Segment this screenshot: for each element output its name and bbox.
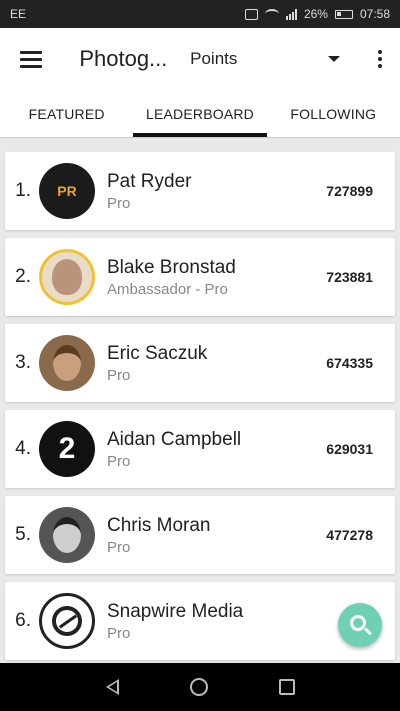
signal-icon xyxy=(285,8,297,20)
wifi-icon xyxy=(264,9,279,19)
user-name: Aidan Campbell xyxy=(107,428,242,450)
avatar xyxy=(39,593,95,649)
user-name: Pat Ryder xyxy=(107,170,192,192)
list-item[interactable]: 2. Blake Bronstad Ambassador - Pro 72388… xyxy=(5,238,395,316)
search-icon xyxy=(350,615,366,631)
rank-label: 3. xyxy=(15,352,31,373)
tab-featured[interactable]: FEATURED xyxy=(0,90,133,137)
user-role: Pro xyxy=(107,366,131,384)
avatar: PR xyxy=(39,163,95,219)
app-bar: Photog... Points xyxy=(0,28,400,90)
more-vert-icon[interactable] xyxy=(360,39,400,79)
list-item[interactable]: 1. PR Pat Ryder Pro 727899 xyxy=(5,152,395,230)
user-name: Snapwire Media xyxy=(107,600,244,622)
tab-following[interactable]: FOLLOWING xyxy=(267,90,400,137)
sort-dropdown[interactable]: Points xyxy=(190,39,348,79)
score: 629031 xyxy=(326,441,373,457)
tab-leaderboard[interactable]: LEADERBOARD xyxy=(133,90,267,137)
list-item[interactable]: 5. Chris Moran Pro 477278 xyxy=(5,496,395,574)
tab-bar: FEATURED LEADERBOARD FOLLOWING xyxy=(0,90,400,138)
score: 727899 xyxy=(326,183,373,199)
avatar-initials: PR xyxy=(57,183,77,199)
status-icons: 26% 07:58 xyxy=(244,7,390,21)
menu-icon[interactable] xyxy=(0,28,61,90)
avatar: 2 xyxy=(39,421,95,477)
back-icon[interactable] xyxy=(105,679,119,695)
avatar xyxy=(39,249,95,305)
score: 674335 xyxy=(326,355,373,371)
list-item[interactable]: 4. 2 Aidan Campbell Pro 629031 xyxy=(5,410,395,488)
rank-label: 1. xyxy=(15,180,31,201)
home-icon[interactable] xyxy=(189,678,208,696)
user-role: Pro xyxy=(107,194,131,212)
score: 477278 xyxy=(326,527,373,543)
user-name: Eric Saczuk xyxy=(107,342,208,364)
search-fab-button[interactable] xyxy=(338,603,382,647)
recent-apps-icon[interactable] xyxy=(278,679,295,695)
snapwire-logo-icon xyxy=(52,606,82,636)
list-item[interactable]: 6. Snapwire Media Pro 46 xyxy=(5,582,395,660)
chevron-down-icon xyxy=(328,56,341,62)
avatar xyxy=(39,335,95,391)
user-role: Pro xyxy=(107,538,131,556)
user-role: Ambassador - Pro xyxy=(107,280,228,298)
rank-label: 4. xyxy=(15,438,31,459)
score: 723881 xyxy=(326,269,373,285)
rank-label: 6. xyxy=(15,610,31,631)
user-name: Blake Bronstad xyxy=(107,256,236,278)
battery-icon xyxy=(334,9,353,19)
page-title: Photog... xyxy=(79,46,168,71)
system-nav-bar xyxy=(0,663,400,711)
battery-percent: 26% xyxy=(303,7,328,21)
user-role: Pro xyxy=(107,452,131,470)
avatar-logo-text: 2 xyxy=(58,432,76,465)
user-name: Chris Moran xyxy=(107,514,211,536)
list-item[interactable]: 3. Eric Saczuk Pro 674335 xyxy=(5,324,395,402)
sort-value: Points xyxy=(190,49,238,68)
rank-label: 5. xyxy=(15,524,31,545)
status-bar: EE 26% 07:58 xyxy=(0,0,400,28)
leaderboard-list: 1. PR Pat Ryder Pro 727899 2. Blake Bron… xyxy=(0,138,400,663)
clock: 07:58 xyxy=(359,7,390,21)
vibrate-icon xyxy=(244,8,258,20)
rank-label: 2. xyxy=(15,266,31,287)
carrier-label: EE xyxy=(10,7,27,21)
user-role: Pro xyxy=(107,624,131,642)
avatar xyxy=(39,507,95,563)
